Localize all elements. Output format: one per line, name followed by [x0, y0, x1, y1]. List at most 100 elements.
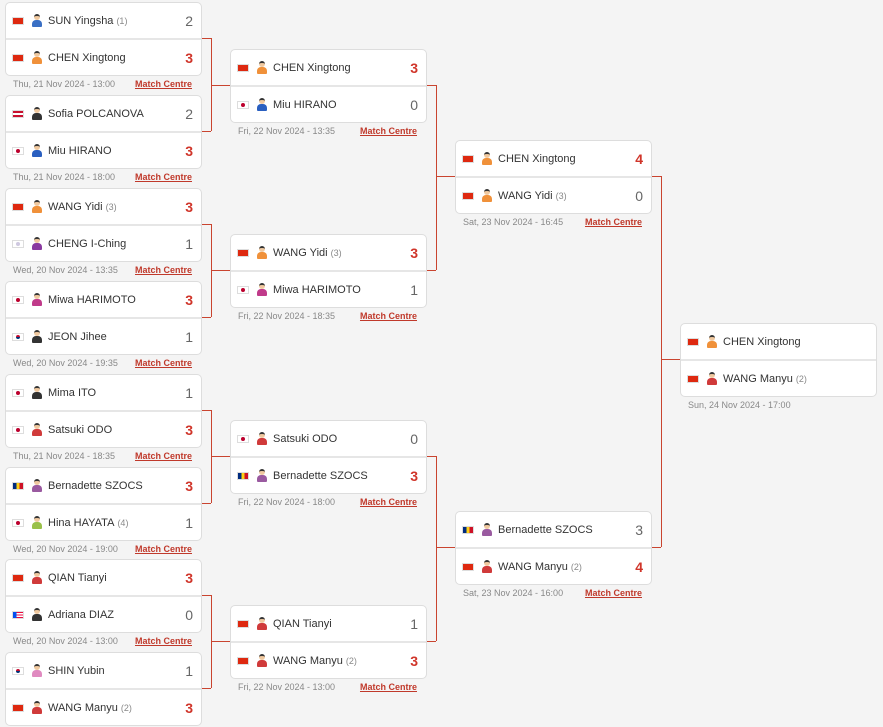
player-seed: (3)	[330, 247, 342, 258]
match-centre-link[interactable]: Match Centre	[135, 172, 192, 182]
match-meta: Thu, 21 Nov 2024 - 18:00 Match Centre	[5, 169, 202, 182]
player-row[interactable]: Bernadette SZOCS 3	[6, 468, 201, 503]
match-card[interactable]: Mima ITO 1 Satsuki ODO 3	[5, 374, 202, 448]
match-card[interactable]: Miwa HARIMOTO 3 JEON Jihee 1	[5, 281, 202, 355]
match-card[interactable]: SHIN Yubin 1 WANG Manyu (2) 3	[5, 652, 202, 726]
match-centre-link[interactable]: Match Centre	[585, 217, 642, 227]
player-avatar-icon	[32, 237, 42, 250]
match-card[interactable]: CHEN Xingtong 3 Miu HIRANO 0	[230, 49, 427, 123]
match-meta: Wed, 20 Nov 2024 - 13:35 Match Centre	[5, 262, 202, 275]
match-card[interactable]: WANG Yidi (3) 3 Miwa HARIMOTO 1	[230, 234, 427, 308]
player-row[interactable]: CHEN Xingtong	[681, 324, 876, 359]
player-avatar-icon	[707, 372, 717, 385]
player-score: 4	[635, 558, 643, 575]
player-row[interactable]: CHENG I-Ching 1	[6, 224, 201, 261]
match-card[interactable]: Bernadette SZOCS 3 Hina HAYATA (4) 1	[5, 467, 202, 541]
player-row[interactable]: WANG Manyu (2)	[681, 359, 876, 396]
player-score: 1	[185, 384, 193, 401]
match-centre-link[interactable]: Match Centre	[135, 265, 192, 275]
player-name-text: Satsuki ODO	[48, 423, 113, 436]
match-date: Wed, 20 Nov 2024 - 13:35	[13, 265, 118, 275]
player-row[interactable]: Sofia POLCANOVA 2	[6, 96, 201, 131]
match-card[interactable]: Satsuki ODO 0 Bernadette SZOCS 3	[230, 420, 427, 494]
player-row[interactable]: QIAN Tianyi 1	[231, 606, 426, 641]
match-card[interactable]: SUN Yingsha (1) 2 CHEN Xingtong 3	[5, 2, 202, 76]
match: SHIN Yubin 1 WANG Manyu (2) 3	[5, 652, 202, 726]
player-score: 0	[635, 187, 643, 204]
match-card[interactable]: Sofia POLCANOVA 2 Miu HIRANO 3	[5, 95, 202, 169]
player-row[interactable]: Satsuki ODO 3	[6, 410, 201, 447]
player-score: 0	[410, 96, 418, 113]
flag-icon	[12, 481, 24, 490]
connector-line	[202, 595, 211, 596]
player-avatar-icon	[32, 571, 42, 584]
match-centre-link[interactable]: Match Centre	[360, 682, 417, 692]
match-card[interactable]: CHEN Xingtong WANG Manyu (2)	[680, 323, 877, 397]
match-card[interactable]: Bernadette SZOCS 3 WANG Manyu (2) 4	[455, 511, 652, 585]
player-row[interactable]: Bernadette SZOCS 3	[456, 512, 651, 547]
flag-icon	[12, 109, 24, 118]
player-name-text: Bernadette SZOCS	[498, 523, 593, 536]
match: Satsuki ODO 0 Bernadette SZOCS 3 Fri, 22 Nov…	[230, 420, 427, 507]
player-row[interactable]: Miwa HARIMOTO 3	[6, 282, 201, 317]
match-card[interactable]: QIAN Tianyi 1 WANG Manyu (2) 3	[230, 605, 427, 679]
match: WANG Yidi (3) 3 Miwa HARIMOTO 1 Fri, 22 Nov 2…	[230, 234, 427, 321]
match-card[interactable]: CHEN Xingtong 4 WANG Yidi (3) 0	[455, 140, 652, 214]
player-row[interactable]: Hina HAYATA (4) 1	[6, 503, 201, 540]
player-score: 3	[635, 521, 643, 538]
player-row[interactable]: WANG Manyu (2) 3	[231, 641, 426, 678]
match-meta: Fri, 22 Nov 2024 - 13:35 Match Centre	[230, 123, 427, 136]
player-avatar-icon	[482, 523, 492, 536]
player-row[interactable]: Mima ITO 1	[6, 375, 201, 410]
player-row[interactable]: JEON Jihee 1	[6, 317, 201, 354]
player-row[interactable]: Miu HIRANO 3	[6, 131, 201, 168]
player-name: Bernadette SZOCS	[273, 470, 404, 482]
player-name-text: QIAN Tianyi	[273, 617, 332, 630]
player-row[interactable]: WANG Yidi (3) 3	[6, 189, 201, 224]
player-row[interactable]: SUN Yingsha (1) 2	[6, 3, 201, 38]
player-name-text: WANG Manyu	[723, 372, 793, 385]
player-row[interactable]: CHEN Xingtong 4	[456, 141, 651, 176]
player-row[interactable]: QIAN Tianyi 3	[6, 560, 201, 595]
match-centre-link[interactable]: Match Centre	[360, 126, 417, 136]
match-centre-link[interactable]: Match Centre	[360, 497, 417, 507]
player-row[interactable]: Miwa HARIMOTO 1	[231, 270, 426, 307]
match-centre-link[interactable]: Match Centre	[135, 358, 192, 368]
match-centre-link[interactable]: Match Centre	[360, 311, 417, 321]
connector-line	[661, 176, 662, 547]
player-avatar-icon	[257, 283, 267, 296]
match-meta: Fri, 22 Nov 2024 - 18:00 Match Centre	[230, 494, 427, 507]
match-centre-link[interactable]: Match Centre	[135, 79, 192, 89]
player-row[interactable]: Bernadette SZOCS 3	[231, 456, 426, 493]
player-name-text: Miwa HARIMOTO	[273, 283, 361, 296]
connector-line	[202, 131, 211, 132]
match-centre-link[interactable]: Match Centre	[585, 588, 642, 598]
connector-line	[211, 270, 230, 271]
player-name: Miwa HARIMOTO	[273, 284, 404, 296]
match-centre-link[interactable]: Match Centre	[135, 636, 192, 646]
player-row[interactable]: Satsuki ODO 0	[231, 421, 426, 456]
player-row[interactable]: WANG Manyu (2) 4	[456, 547, 651, 584]
match-centre-link[interactable]: Match Centre	[135, 451, 192, 461]
player-row[interactable]: Miu HIRANO 0	[231, 85, 426, 122]
player-row[interactable]: Adriana DIAZ 0	[6, 595, 201, 632]
player-name: Hina HAYATA (4)	[48, 517, 179, 529]
player-row[interactable]: WANG Yidi (3) 3	[231, 235, 426, 270]
match-date: Thu, 21 Nov 2024 - 13:00	[13, 79, 116, 89]
player-row[interactable]: CHEN Xingtong 3	[231, 50, 426, 85]
player-row[interactable]: CHEN Xingtong 3	[6, 38, 201, 75]
player-row[interactable]: WANG Manyu (2) 3	[6, 688, 201, 725]
player-row[interactable]: SHIN Yubin 1	[6, 653, 201, 688]
match-card[interactable]: WANG Yidi (3) 3 CHENG I-Ching 1	[5, 188, 202, 262]
player-name-text: WANG Manyu	[498, 560, 568, 573]
flag-icon	[687, 374, 699, 383]
connector-line	[652, 176, 661, 177]
player-row[interactable]: WANG Yidi (3) 0	[456, 176, 651, 213]
player-name: CHEN Xingtong	[273, 62, 404, 74]
player-avatar-icon	[482, 560, 492, 573]
match-card[interactable]: QIAN Tianyi 3 Adriana DIAZ 0	[5, 559, 202, 633]
flag-icon	[12, 573, 24, 582]
match-centre-link[interactable]: Match Centre	[135, 544, 192, 554]
player-score: 1	[185, 514, 193, 531]
connector-line	[427, 456, 436, 457]
